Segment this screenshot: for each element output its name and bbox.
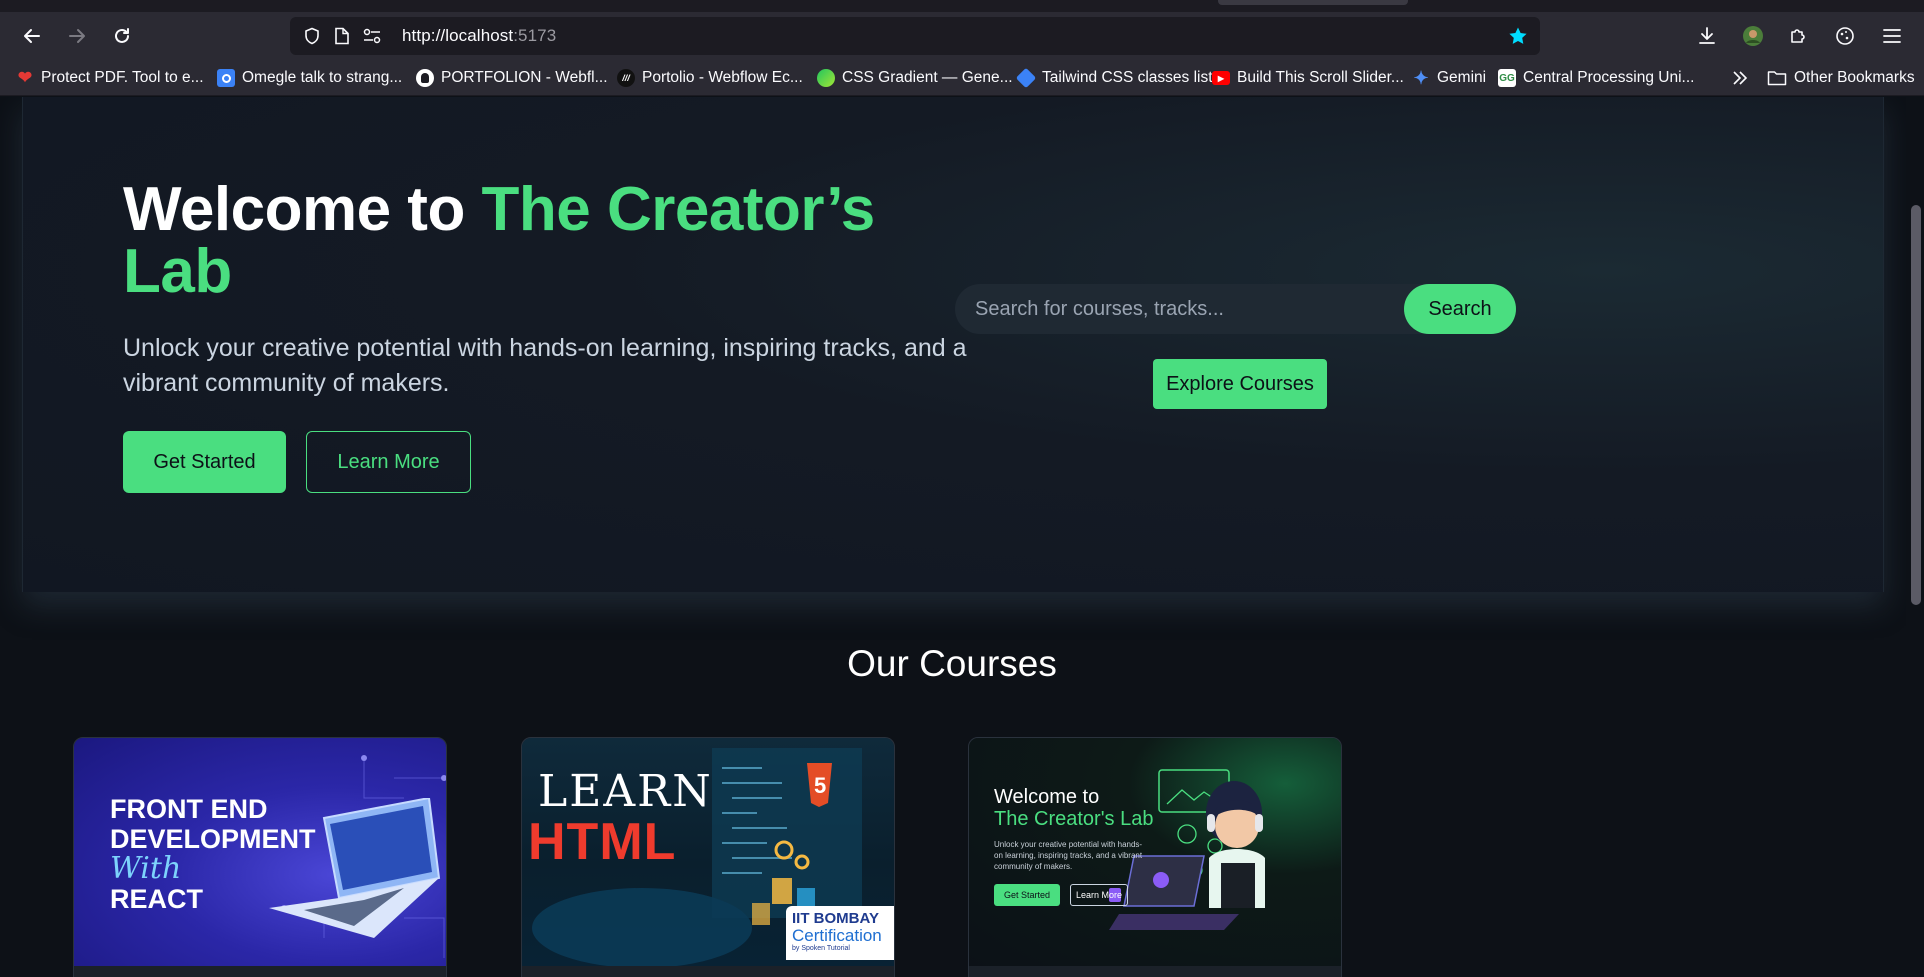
hero-title-prefix: Welcome to	[123, 175, 482, 244]
downloads-button[interactable]	[1693, 22, 1721, 50]
chevron-double-right-icon	[1733, 71, 1748, 85]
reload-icon	[115, 28, 129, 43]
thumb-title-line2: The Creator's Lab	[994, 808, 1154, 830]
other-bookmarks-label: Other Bookmarks	[1794, 69, 1915, 86]
back-button[interactable]	[18, 22, 46, 50]
react-thumbnail-text: FRONT END DEVELOPMENT With REACT	[110, 794, 316, 914]
bookmark-star-icon[interactable]	[1508, 26, 1528, 46]
search-button[interactable]: Search	[1404, 284, 1516, 334]
gradient-icon	[817, 69, 835, 87]
pdf-heart-icon: ❤	[17, 68, 33, 87]
omegle-icon	[217, 69, 235, 87]
arrow-right-icon	[69, 29, 85, 43]
bookmark-label: Protect PDF. Tool to e...	[41, 69, 204, 86]
site-permissions-icon[interactable]	[362, 26, 382, 46]
bookmark-portolio[interactable]: /// Portolio - Webflow Ec...	[617, 66, 803, 90]
cookie-extension-button[interactable]	[1831, 22, 1859, 50]
bookmark-protect-pdf[interactable]: ❤ Protect PDF. Tool to e...	[16, 66, 204, 90]
thumb-title-line1: Welcome to	[994, 786, 1100, 808]
page-icon[interactable]	[332, 26, 352, 46]
account-avatar[interactable]	[1739, 22, 1767, 50]
tailwind-icon	[1015, 67, 1037, 89]
gemini-icon: ✦	[1413, 67, 1429, 88]
menu-button[interactable]	[1878, 22, 1906, 50]
extensions-button[interactable]	[1784, 22, 1812, 50]
search-input[interactable]	[955, 284, 1385, 334]
browser-toolbar: http://localhost:5173	[0, 12, 1924, 60]
card-footer	[969, 966, 1341, 977]
course-thumbnail-html: 5 LEARN HTML IIT BOMBAY Certification by…	[522, 738, 894, 966]
bookmark-cpu[interactable]: GG Central Processing Uni...	[1498, 66, 1694, 90]
bookmarks-bar: ❤ Protect PDF. Tool to e... Omegle talk …	[0, 60, 1924, 96]
bookmark-tailwind[interactable]: Tailwind CSS classes list	[1015, 66, 1213, 90]
shield-icon[interactable]	[302, 26, 322, 46]
course-card-creators-lab[interactable]: Welcome to The Creator's Lab Unlock your…	[968, 737, 1342, 977]
page-viewport: Welcome to The Creator’s Lab Unlock your…	[0, 97, 1924, 977]
puzzle-icon	[1791, 29, 1805, 43]
geeksforgeeks-icon: GG	[1498, 69, 1516, 87]
bookmark-portfolion[interactable]: PORTFOLION - Webfl...	[416, 66, 608, 90]
course-card-html[interactable]: 5 LEARN HTML IIT BOMBAY Certification by…	[521, 737, 895, 977]
explore-courses-button[interactable]: Explore Courses	[1153, 359, 1327, 409]
bookmark-label: Tailwind CSS classes list	[1042, 69, 1213, 86]
thumb-line: DEVELOPMENT	[110, 824, 316, 854]
active-tab-indicator[interactable]	[1218, 0, 1408, 5]
youtube-icon: ▶	[1212, 71, 1230, 85]
badge-subtitle: Certification	[792, 926, 882, 945]
scrollbar-thumb[interactable]	[1911, 205, 1921, 605]
course-card-react[interactable]: FRONT END DEVELOPMENT With REACT	[73, 737, 447, 977]
hamburger-icon	[1883, 29, 1901, 43]
bookmark-label: CSS Gradient — Gene...	[842, 69, 1013, 86]
thumb-subtitle: Unlock your creative potential with hand…	[994, 840, 1143, 871]
thumb-get-started: Get Started	[994, 884, 1060, 906]
hero-title: Welcome to The Creator’s Lab	[123, 179, 923, 303]
courses-heading: Our Courses	[847, 643, 1057, 684]
bookmark-label: Gemini	[1437, 69, 1487, 86]
bookmark-label: Portolio - Webflow Ec...	[642, 69, 803, 86]
bookmarks-overflow-button[interactable]	[1731, 66, 1749, 90]
thumb-line: FRONT END	[110, 794, 268, 824]
url-text[interactable]: http://localhost:5173	[402, 26, 556, 46]
hero-subtitle: Unlock your creative potential with hand…	[123, 334, 967, 397]
learn-more-button[interactable]: Learn More	[306, 431, 471, 493]
course-thumbnail-react: FRONT END DEVELOPMENT With REACT	[74, 738, 446, 966]
other-bookmarks-folder[interactable]: Other Bookmarks	[1767, 66, 1915, 90]
card-footer	[74, 966, 446, 977]
badge-caption: by Spoken Tutorial	[792, 945, 850, 952]
bookmark-omegle[interactable]: Omegle talk to strang...	[217, 66, 402, 90]
bookmark-label: Omegle talk to strang...	[242, 69, 403, 86]
bookmark-label: Build This Scroll Slider...	[1237, 69, 1404, 86]
get-started-button[interactable]: Get Started	[123, 431, 286, 493]
bookmark-css-gradient[interactable]: CSS Gradient — Gene...	[817, 66, 1013, 90]
hero-section: Welcome to The Creator’s Lab Unlock your…	[22, 97, 1884, 592]
bookmark-label: PORTFOLION - Webfl...	[441, 69, 608, 86]
bookmark-gemini[interactable]: ✦ Gemini	[1412, 66, 1486, 90]
url-bar[interactable]: http://localhost:5173	[290, 17, 1540, 55]
avatar-icon	[1743, 26, 1763, 46]
course-thumbnail-creators-lab: Welcome to The Creator's Lab Unlock your…	[969, 738, 1341, 966]
card-footer	[522, 966, 894, 977]
badge-title: IIT BOMBAY	[792, 910, 879, 927]
thumb-line: REACT	[110, 884, 203, 914]
learn-text: LEARN	[538, 766, 713, 817]
download-icon	[1699, 27, 1715, 44]
certification-badge: IIT BOMBAY Certification by Spoken Tutor…	[786, 906, 894, 960]
svg-text:5: 5	[814, 773, 826, 798]
html-text: HTML	[528, 813, 677, 871]
webflow-icon: ///	[617, 69, 635, 87]
arrow-left-icon	[24, 29, 40, 43]
forward-button[interactable]	[63, 22, 91, 50]
github-icon	[416, 69, 434, 87]
thumb-line: With	[110, 851, 182, 886]
tab-strip	[0, 0, 1924, 12]
cookie-icon	[1836, 27, 1854, 45]
bookmark-label: Central Processing Uni...	[1523, 69, 1695, 86]
course-search-bar: Search	[955, 284, 1516, 334]
folder-icon	[1767, 71, 1787, 86]
reload-button[interactable]	[108, 22, 136, 50]
bookmark-scroll-slider[interactable]: ▶ Build This Scroll Slider...	[1212, 66, 1404, 90]
page-scrollbar[interactable]	[1906, 97, 1924, 977]
thumb-learn-more: Learn More	[1070, 884, 1128, 906]
